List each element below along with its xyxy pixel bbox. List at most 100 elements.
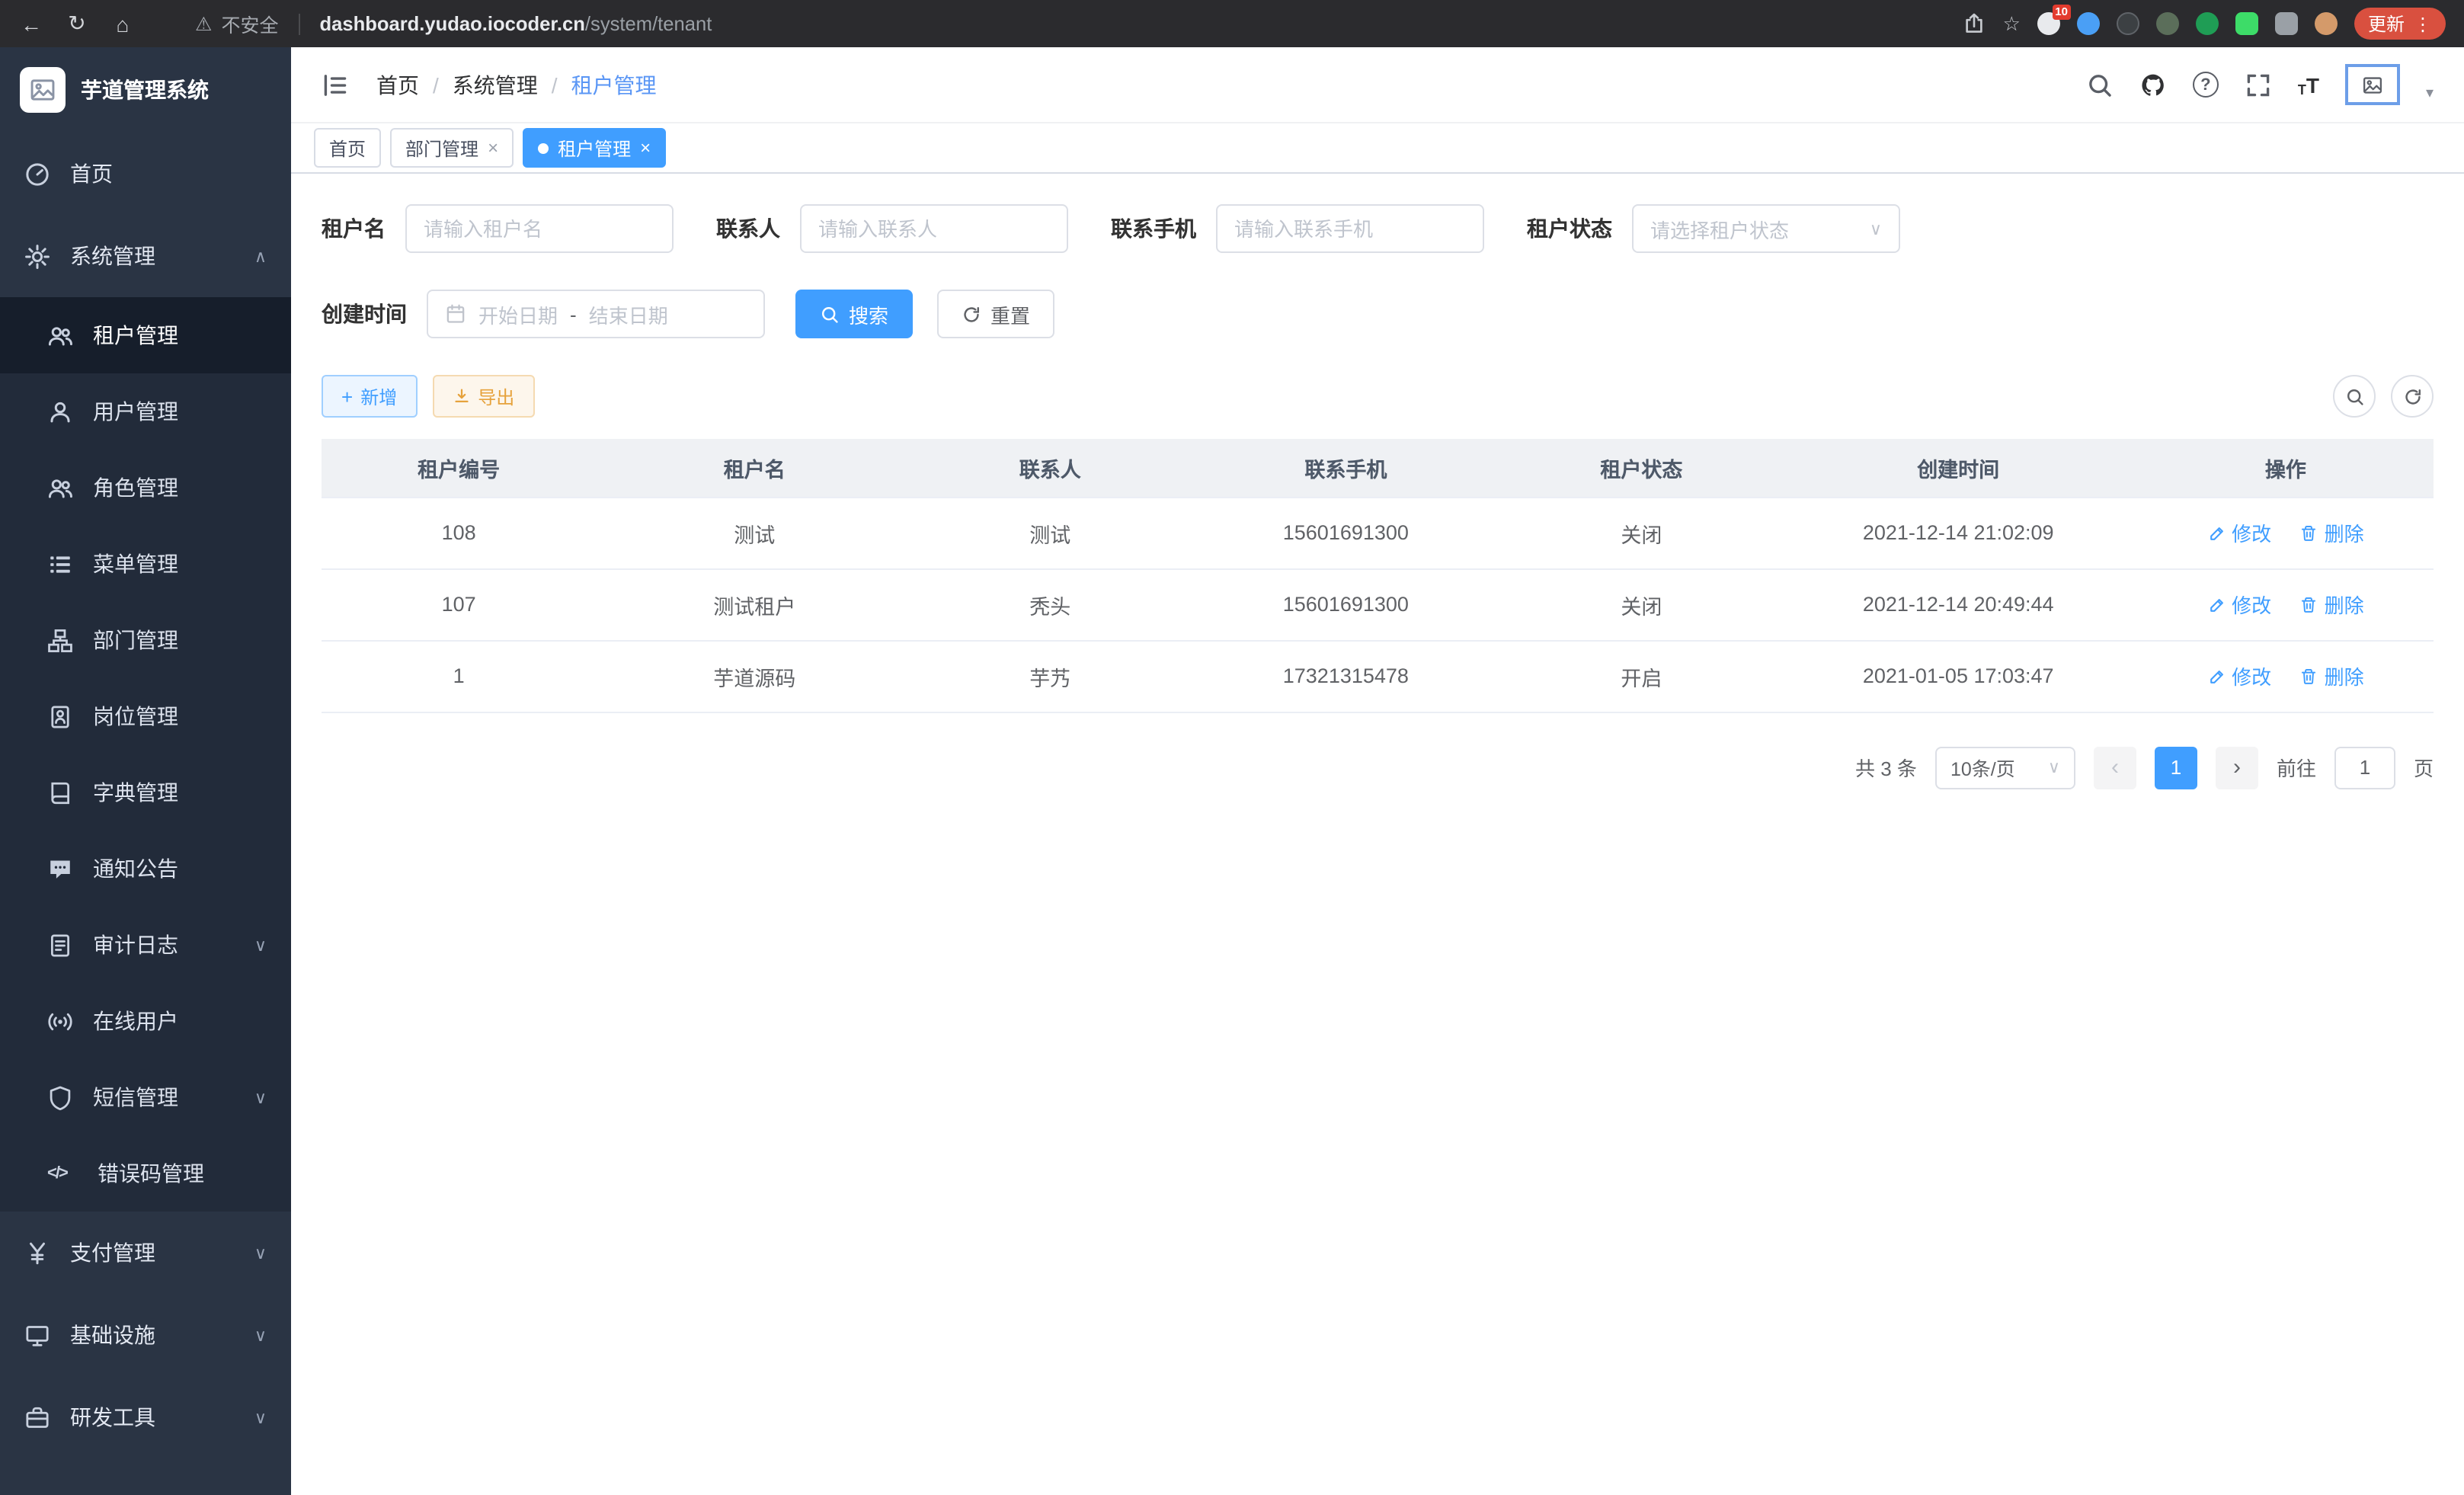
app-logo[interactable]: 芋道管理系统: [0, 47, 291, 133]
sidebar-item-devtools[interactable]: 研发工具 ∨: [0, 1376, 291, 1458]
close-icon[interactable]: ×: [488, 137, 498, 158]
page-size-select[interactable]: 10条/页 ∨: [1935, 746, 2075, 789]
date-end[interactable]: 结束日期: [589, 299, 668, 328]
share-icon[interactable]: [1963, 12, 1986, 35]
sidebar-item-infra[interactable]: 基础设施 ∨: [0, 1294, 291, 1376]
sidebar-item-post[interactable]: 岗位管理: [0, 678, 291, 754]
sidebar-item-error-code[interactable]: </> 错误码管理: [0, 1135, 291, 1212]
table-row: 1 芋道源码 芋艿 17321315478 开启 2021-01-05 17:0…: [322, 640, 2434, 712]
security-chip[interactable]: ⚠ 不安全: [195, 9, 278, 38]
reset-button[interactable]: 重置: [937, 290, 1054, 338]
delete-button[interactable]: 删除: [2300, 661, 2364, 690]
phone-input[interactable]: [1234, 217, 1466, 240]
close-icon[interactable]: ×: [640, 137, 651, 158]
contact-input[interactable]: [818, 217, 1050, 240]
tab-home[interactable]: 首页: [314, 128, 381, 168]
monitor-icon: [24, 1322, 50, 1348]
book-icon: [47, 780, 73, 805]
update-button[interactable]: 更新 ⋮: [2354, 8, 2446, 40]
delete-button[interactable]: 删除: [2300, 590, 2364, 619]
sidebar-item-label: 角色管理: [93, 472, 178, 503]
sidebar-item-menu[interactable]: 菜单管理: [0, 526, 291, 602]
date-range-picker[interactable]: 开始日期 - 结束日期: [427, 290, 765, 338]
top-header: 首页 / 系统管理 / 租户管理 ? TT ▾: [291, 47, 2464, 123]
extension-icon[interactable]: [2235, 12, 2258, 35]
address-bar[interactable]: dashboard.yudao.iocoder.cn/system/tenant: [319, 12, 712, 35]
goto-page-input[interactable]: [2334, 746, 2395, 789]
delete-button[interactable]: 删除: [2300, 518, 2364, 547]
main-area: 首页 / 系统管理 / 租户管理 ? TT ▾: [291, 47, 2464, 1495]
update-label: 更新: [2368, 11, 2405, 37]
prev-page-button[interactable]: ‹: [2094, 746, 2136, 789]
link-label: 删除: [2325, 518, 2364, 547]
tab-dept[interactable]: 部门管理 ×: [390, 128, 514, 168]
extension-icon[interactable]: [2196, 12, 2219, 35]
search-button[interactable]: 搜索: [795, 290, 913, 338]
breadcrumb-item[interactable]: 系统管理: [453, 69, 538, 100]
edit-button[interactable]: 修改: [2207, 661, 2271, 690]
search-icon: [820, 304, 840, 324]
sidebar-item-payment[interactable]: 支付管理 ∨: [0, 1212, 291, 1294]
extension-icon[interactable]: 10: [2037, 12, 2060, 35]
sidebar-item-home[interactable]: 首页: [0, 133, 291, 215]
toolbox-icon: [24, 1404, 50, 1430]
add-button[interactable]: + 新增: [322, 375, 417, 418]
cell-actions: 修改 删除: [2138, 640, 2434, 712]
calendar-icon: [445, 303, 466, 325]
puzzle-icon[interactable]: [2275, 12, 2298, 35]
sidebar-item-notice[interactable]: 通知公告: [0, 831, 291, 907]
toggle-search-button[interactable]: [2333, 375, 2376, 418]
gear-icon: [24, 243, 50, 269]
link-label: 修改: [2232, 661, 2271, 690]
fullscreen-icon[interactable]: [2245, 71, 2272, 98]
github-icon[interactable]: [2139, 71, 2167, 98]
sidebar-item-tenant[interactable]: 租户管理: [0, 297, 291, 373]
dashboard-icon: [24, 161, 50, 187]
filter-row-2: 创建时间 开始日期 - 结束日期 搜索 重置: [322, 290, 2434, 338]
tab-label: 首页: [329, 135, 366, 161]
extension-icon[interactable]: [2156, 12, 2179, 35]
page-size-value: 10条/页: [1950, 753, 2015, 782]
breadcrumb-item[interactable]: 首页: [376, 69, 419, 100]
sidebar-item-role[interactable]: 角色管理: [0, 450, 291, 526]
search-icon[interactable]: [2086, 71, 2114, 98]
bookmark-star-icon[interactable]: ☆: [2003, 11, 2021, 36]
cell-contact: 测试: [913, 497, 1187, 568]
column-header: 联系人: [913, 439, 1187, 497]
date-start[interactable]: 开始日期: [478, 299, 558, 328]
cell-tenant-name: 芋道源码: [596, 640, 913, 712]
sidebar-item-audit-log[interactable]: 审计日志 ∨: [0, 907, 291, 983]
profile-avatar[interactable]: [2315, 12, 2338, 35]
search-icon: [2344, 386, 2364, 406]
help-icon[interactable]: ?: [2193, 72, 2219, 98]
link-label: 删除: [2325, 661, 2364, 690]
sidebar-item-sms[interactable]: 短信管理 ∨: [0, 1059, 291, 1135]
browser-home-icon[interactable]: ⌂: [110, 11, 136, 36]
sidebar-item-dept[interactable]: 部门管理: [0, 602, 291, 678]
trash-icon: [2300, 667, 2318, 685]
extension-icon[interactable]: [2117, 12, 2139, 35]
next-page-button[interactable]: ›: [2216, 746, 2258, 789]
caret-down-icon[interactable]: ▾: [2426, 85, 2434, 102]
users-icon: [47, 322, 73, 348]
edit-button[interactable]: 修改: [2207, 518, 2271, 547]
status-select[interactable]: 请选择租户状态 ∨: [1632, 204, 1900, 253]
extension-icon[interactable]: [2077, 12, 2100, 35]
sidebar-item-online-user[interactable]: 在线用户: [0, 983, 291, 1059]
sidebar-item-system[interactable]: 系统管理 ∧: [0, 215, 291, 297]
back-icon[interactable]: ←: [18, 11, 44, 36]
sidebar-item-dict[interactable]: 字典管理: [0, 754, 291, 831]
reload-icon[interactable]: ↻: [64, 11, 90, 37]
plus-icon: +: [341, 385, 353, 408]
font-size-icon[interactable]: TT: [2298, 72, 2319, 97]
column-header: 租户名: [596, 439, 913, 497]
tenant-name-input[interactable]: [424, 217, 655, 240]
avatar[interactable]: [2345, 64, 2400, 105]
sidebar-item-user[interactable]: 用户管理: [0, 373, 291, 450]
refresh-button[interactable]: [2391, 375, 2434, 418]
export-button[interactable]: 导出: [432, 375, 534, 418]
edit-button[interactable]: 修改: [2207, 590, 2271, 619]
current-page-button[interactable]: 1: [2155, 746, 2197, 789]
sidebar-fold-icon[interactable]: [322, 71, 349, 98]
tab-tenant[interactable]: 租户管理 ×: [523, 128, 666, 168]
